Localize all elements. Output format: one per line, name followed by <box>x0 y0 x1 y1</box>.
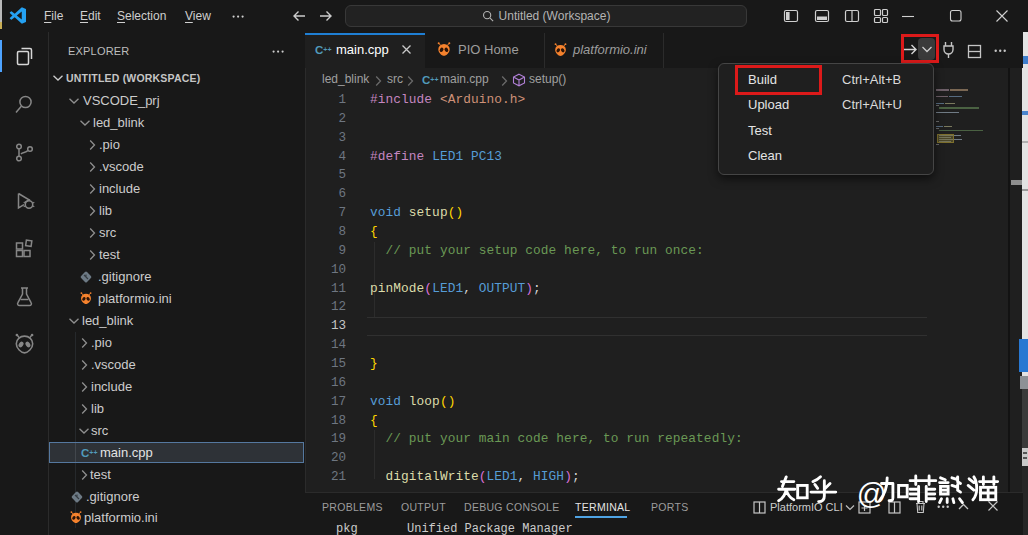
svg-text:@: @ <box>857 477 887 510</box>
